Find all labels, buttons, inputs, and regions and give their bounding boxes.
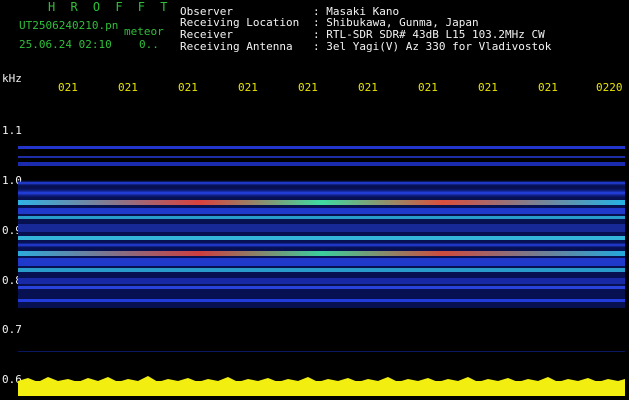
signal-band <box>18 156 625 158</box>
x-tick-label: 021 <box>418 81 438 94</box>
x-tick-label: 021 <box>358 81 378 94</box>
x-tick-label: 021 <box>298 81 318 94</box>
signal-band <box>18 188 625 198</box>
signal-band <box>18 162 625 166</box>
signal-band <box>18 258 625 266</box>
signal-band <box>18 180 625 186</box>
x-tick-label: 021 <box>238 81 258 94</box>
x-tick-label: 021 <box>478 81 498 94</box>
hot-band <box>18 251 625 256</box>
signal-band <box>18 236 625 240</box>
app-title: H R O F F T <box>48 0 172 14</box>
noise-line <box>18 351 625 352</box>
hot-band <box>18 200 625 205</box>
spectrogram <box>18 146 625 396</box>
signal-band <box>18 299 625 302</box>
signal-band <box>18 224 625 232</box>
signal-band <box>18 268 625 272</box>
x-tick-label: 021 <box>538 81 558 94</box>
image-filename: UT2506240210.pn <box>19 19 119 32</box>
x-tick-label: 0220 <box>596 81 623 94</box>
x-tick-label: 021 <box>118 81 138 94</box>
antenna-label: Receiving Antenna <box>180 40 293 53</box>
baseline-trace-edge <box>18 376 625 396</box>
x-tick-label: 021 <box>178 81 198 94</box>
x-tick-label: 021 <box>58 81 78 94</box>
observation-datetime: 25.06.24 02:10 <box>19 38 112 51</box>
signal-band <box>18 278 625 284</box>
signal-band <box>18 208 625 214</box>
signal-band <box>18 286 625 289</box>
datetime-suffix: 0.. <box>139 38 159 51</box>
antenna-value: : 3el Yagi(V) Az 330 for Vladivostok <box>313 40 552 53</box>
signal-band <box>18 242 625 248</box>
filename-suffix: meteor <box>124 25 164 38</box>
signal-band <box>18 146 625 149</box>
signal-band <box>18 216 625 219</box>
y-axis-unit: kHz <box>2 72 22 85</box>
